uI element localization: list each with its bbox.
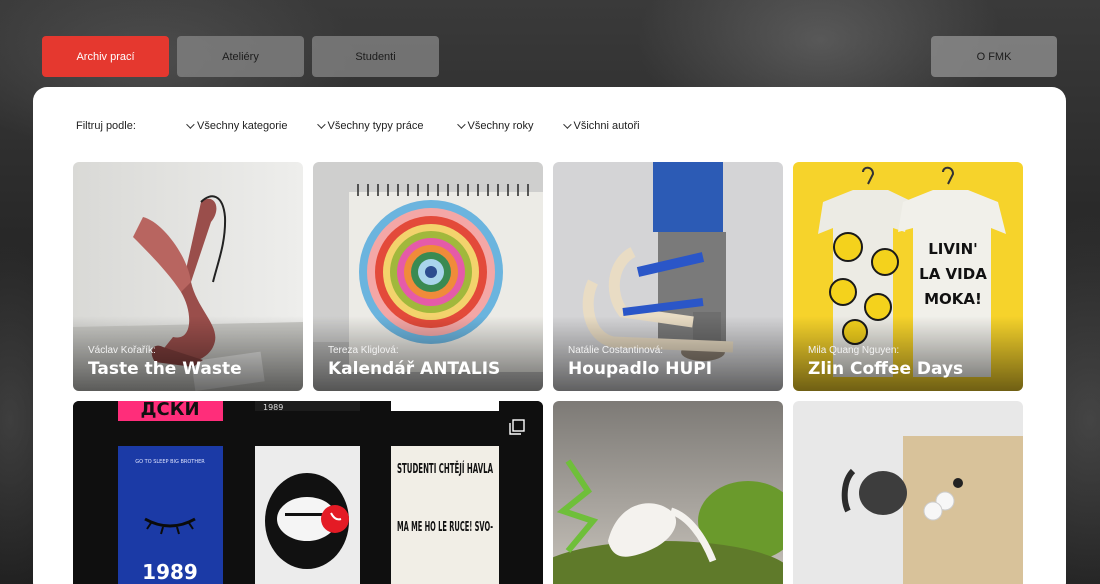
filter-type-dropdown[interactable]: Všechny typy práce — [316, 120, 424, 132]
poster-text: 1989 — [263, 403, 283, 412]
poster-text: ДСКЙ — [140, 401, 199, 420]
filter-category-dropdown[interactable]: Všechny kategorie — [186, 120, 288, 132]
archive-panel: Filtruj podle: Všechny kategorie Všechny… — [33, 87, 1066, 584]
top-navigation: Archiv prací Ateliéry Studenti O FMK — [42, 36, 1057, 77]
chevron-down-icon — [456, 120, 466, 129]
posters-image: ДСКЙ GO TO SLEEP BIG BROTHER 1989 1989 S… — [73, 401, 543, 584]
work-card[interactable]: ДСКЙ GO TO SLEEP BIG BROTHER 1989 1989 S… — [73, 401, 543, 584]
card-title: Taste the Waste — [88, 359, 242, 379]
filter-bar: Filtruj podle: Všechny kategorie Všechny… — [76, 119, 640, 133]
nav-studios-button[interactable]: Ateliéry — [177, 36, 304, 77]
filter-type-label: Všechny typy práce — [327, 120, 424, 132]
ceramic-image — [553, 401, 783, 584]
card-title: Zlin Coffee Days — [808, 359, 964, 379]
work-card[interactable] — [553, 401, 783, 584]
card-title: Houpadlo HUPI — [568, 359, 713, 379]
nav-students-button[interactable]: Studenti — [312, 36, 439, 77]
shirt-text: LA VIDA — [919, 265, 987, 283]
shirt-text: LIVIN' — [928, 240, 977, 258]
poster-text: STUDENTI CHTĚJÍ HAVLA — [397, 461, 493, 477]
filter-year-dropdown[interactable]: Všechny roky — [456, 120, 534, 132]
chevron-down-icon — [316, 120, 326, 129]
card-author: Mila Quang Nguyen: — [808, 345, 900, 356]
card-author: Václav Kořařík: — [88, 345, 156, 356]
card-author: Tereza Kliglová: — [328, 345, 399, 356]
poster-text: MA ME HO LE RUCE! SVO- — [397, 520, 493, 535]
work-card[interactable] — [793, 401, 1023, 584]
filter-category-label: Všechny kategorie — [197, 120, 288, 132]
chevron-down-icon — [186, 120, 195, 129]
card-title: Kalendář ANTALIS — [328, 359, 501, 379]
work-card[interactable]: Tereza Kliglová: Kalendář ANTALIS — [313, 162, 543, 391]
chevron-down-icon — [562, 120, 572, 129]
work-card[interactable]: Natálie Costantinová: Houpadlo HUPI — [553, 162, 783, 391]
nav-about-button[interactable]: O FMK — [931, 36, 1057, 77]
card-author: Natálie Costantinová: — [568, 345, 664, 356]
poster-text: 1989 — [142, 560, 198, 584]
filter-year-label: Všechny roky — [467, 120, 534, 132]
poster-text: GO TO SLEEP BIG BROTHER — [135, 459, 205, 465]
nav-archive-button[interactable]: Archiv prací — [42, 36, 169, 77]
filter-author-label: Všichni autoři — [573, 120, 640, 132]
furniture-image — [793, 401, 1023, 584]
gallery-icon — [509, 419, 525, 435]
shirt-text: MOKA! — [924, 290, 982, 308]
filter-author-dropdown[interactable]: Všichni autoři — [562, 120, 640, 132]
work-card[interactable]: LIVIN' LA VIDA MOKA! Mila Quang Nguyen: … — [793, 162, 1023, 391]
work-card[interactable]: Václav Kořařík: Taste the Waste — [73, 162, 303, 391]
filter-label: Filtruj podle: — [76, 120, 136, 132]
